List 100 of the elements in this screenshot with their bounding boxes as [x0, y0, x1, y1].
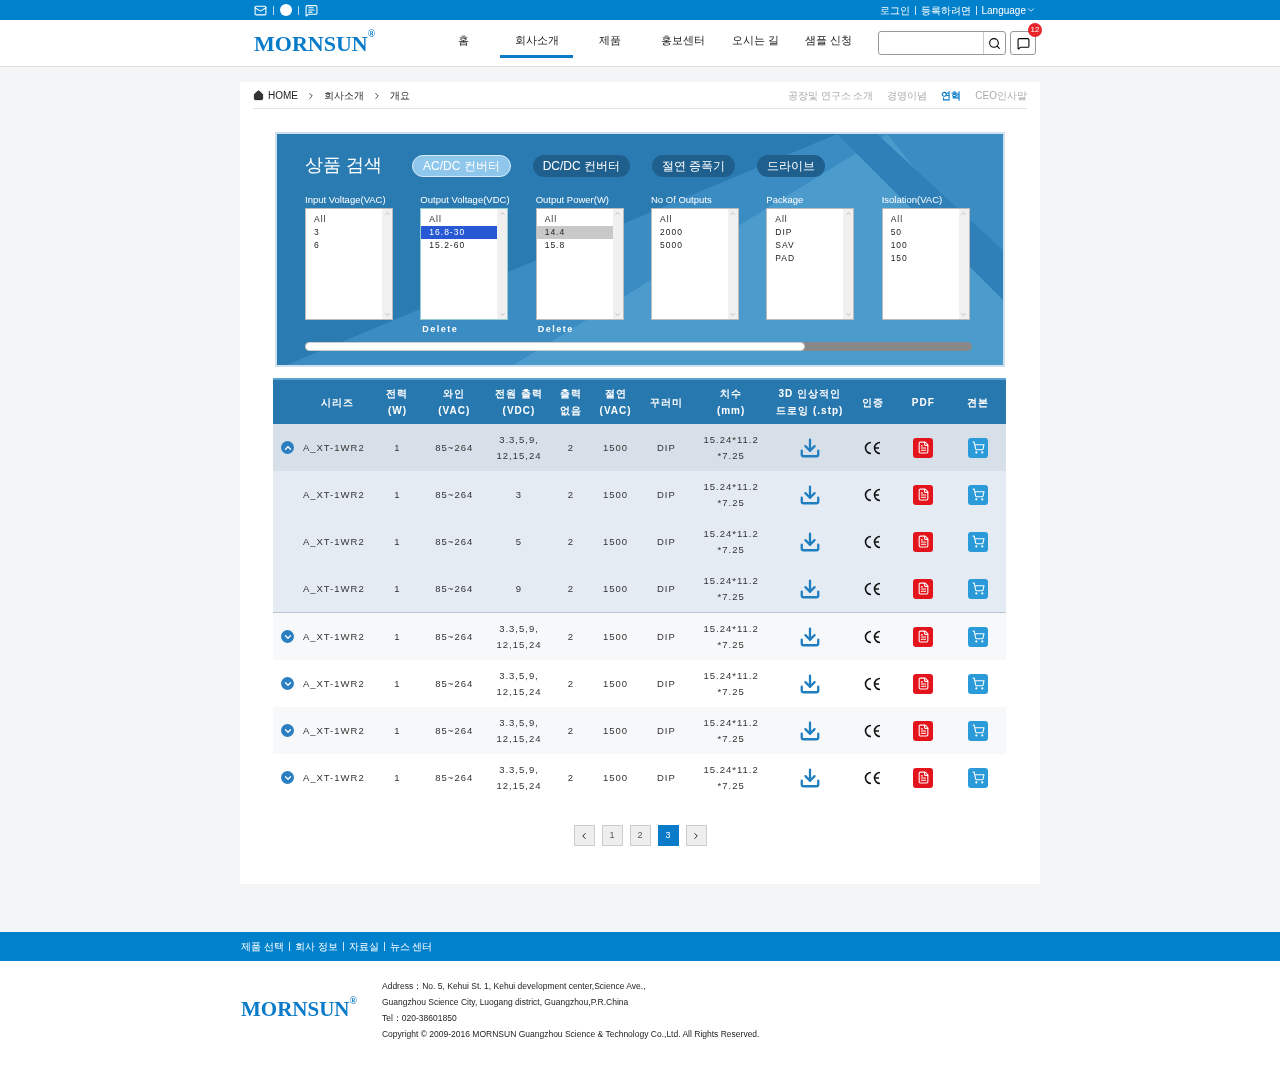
list-option[interactable]: 3 — [306, 226, 382, 239]
list-option[interactable]: SAV — [767, 239, 844, 252]
category-tab[interactable]: 드라이브 — [757, 154, 826, 177]
footer-link[interactable]: 회사 정보 — [294, 939, 338, 954]
pdf-icon[interactable] — [913, 767, 934, 788]
nav-item[interactable]: 홍보센터 — [646, 28, 720, 58]
mail-icon[interactable] — [254, 3, 267, 17]
cart-icon[interactable] — [968, 673, 989, 694]
breadcrumb-link[interactable]: 회사소개 — [324, 88, 364, 103]
cart-icon[interactable] — [968, 437, 989, 458]
table-row[interactable]: A_XT-1WR2 1 85~264 3 2 1500 DIP 15.24*11.2 *7.25 — [273, 471, 1006, 518]
table-row[interactable]: A_XT-1WR2 1 85~264 3.3,5,9, 12,15,24 2 1500 DIP 15.24*11.2 *7.25 — [273, 424, 1006, 471]
footer-link[interactable]: 제품 선택 — [241, 939, 284, 954]
cart-icon[interactable] — [968, 578, 989, 599]
list-box[interactable]: All 50 100 150 — [881, 208, 970, 320]
list-option[interactable]: 15.2-60 — [421, 239, 498, 252]
search-field[interactable] — [878, 31, 1006, 55]
nav-item[interactable]: 홈 — [427, 28, 501, 58]
list-option[interactable]: 150 — [882, 252, 959, 265]
list-option[interactable]: PAD — [767, 252, 844, 265]
nav-item[interactable]: 오시는 길 — [719, 28, 793, 58]
list-option[interactable]: All — [652, 213, 728, 226]
nav-item[interactable]: 회사소개 — [500, 28, 574, 58]
pdf-icon[interactable] — [913, 673, 934, 694]
download-icon[interactable] — [798, 672, 821, 695]
delete-link[interactable]: Delete — [420, 323, 514, 337]
collapse-icon[interactable] — [281, 441, 295, 454]
nav-item[interactable]: 샘플 신청 — [792, 28, 866, 58]
download-icon[interactable] — [798, 530, 821, 553]
cart-icon[interactable] — [968, 720, 989, 741]
download-icon[interactable] — [798, 719, 821, 742]
list-box[interactable]: All DIP SAV PAD — [766, 208, 855, 320]
list-option[interactable]: 16.8-30 — [421, 226, 498, 239]
category-tab[interactable]: DC/DC 컨버터 — [532, 154, 631, 177]
download-icon[interactable] — [798, 577, 821, 600]
language-menu[interactable]: Language — [981, 2, 1036, 18]
horizontal-scrollbar[interactable] — [305, 341, 972, 351]
page-button[interactable]: 3 — [657, 825, 679, 846]
list-option[interactable]: All — [306, 213, 382, 226]
table-row[interactable]: A_XT-1WR2 1 85~264 3.3,5,9, 12,15,24 2 1500 DIP 15.24*11.2 *7.25 — [273, 707, 1006, 754]
download-icon[interactable] — [798, 436, 821, 459]
cart-icon[interactable] — [968, 484, 989, 505]
table-row[interactable]: A_XT-1WR2 1 85~264 5 2 1500 DIP 15.24*11.2 *7.25 — [273, 518, 1006, 565]
list-box[interactable]: All 3 6 — [305, 208, 393, 320]
breadcrumb-link[interactable]: HOME — [268, 88, 298, 103]
download-icon[interactable] — [798, 766, 821, 789]
list-box[interactable]: All 2000 5000 — [651, 208, 739, 320]
filter-label: Output Power(W) — [535, 193, 611, 207]
download-icon[interactable] — [798, 625, 821, 648]
list-option[interactable]: 100 — [882, 239, 959, 252]
list-option[interactable]: All — [767, 213, 844, 226]
list-box[interactable]: All 16.8-30 15.2-60 — [420, 208, 509, 320]
cart-icon[interactable] — [968, 767, 989, 788]
list-option[interactable]: 2000 — [652, 226, 728, 239]
scrollbar-thumb[interactable] — [305, 341, 805, 351]
table-cell-text: 1 — [393, 723, 402, 738]
footer-link[interactable]: 뉴스 센터 — [389, 939, 433, 954]
pdf-icon[interactable] — [913, 720, 934, 741]
nav-item[interactable]: 제품 — [573, 28, 647, 58]
list-option[interactable]: DIP — [767, 226, 844, 239]
list-box[interactable]: All 14.4 15.8 — [535, 208, 624, 320]
list-option[interactable]: 6 — [306, 239, 382, 252]
pdf-icon[interactable] — [913, 531, 934, 552]
expand-icon[interactable] — [281, 677, 295, 690]
top-link[interactable]: 로그인 — [879, 2, 910, 18]
download-icon[interactable] — [798, 483, 821, 506]
sub-nav-link[interactable]: 연혁 — [941, 88, 962, 103]
category-tab[interactable]: 절연 증폭기 — [652, 154, 736, 177]
column-header: 절연 (VAC) — [598, 387, 633, 418]
list-option[interactable]: 50 — [882, 226, 959, 239]
chat-icon[interactable] — [305, 3, 318, 17]
table-row[interactable]: A_XT-1WR2 1 85~264 3.3,5,9, 12,15,24 2 1500 DIP 15.24*11.2 *7.25 — [273, 613, 1006, 660]
list-option[interactable]: All — [536, 213, 613, 226]
delete-link[interactable]: Delete — [535, 323, 629, 337]
ce-mark-icon — [863, 487, 882, 502]
list-option[interactable]: 5000 — [652, 239, 728, 252]
next-page-button[interactable] — [685, 825, 707, 846]
previous-page-button[interactable] — [573, 825, 595, 846]
table-row[interactable]: A_XT-1WR2 1 85~264 9 2 1500 DIP 15.24*11.2 *7.25 — [273, 565, 1006, 613]
breadcrumb-link[interactable]: 개요 — [390, 88, 410, 103]
table-cell-text: 3.3,5,9, 12,15,24 — [495, 668, 543, 699]
pdf-icon[interactable] — [913, 484, 934, 505]
top-link[interactable]: 등록하려면 — [920, 2, 971, 18]
page-button[interactable]: 1 — [601, 825, 623, 846]
cart-icon[interactable] — [968, 531, 989, 552]
cart-icon[interactable] — [968, 626, 989, 647]
list-option[interactable]: 14.4 — [536, 226, 613, 239]
home-icon[interactable] — [253, 90, 264, 101]
expand-icon[interactable] — [281, 724, 295, 737]
page-button[interactable]: 2 — [629, 825, 651, 846]
list-option[interactable]: All — [882, 213, 959, 226]
pdf-icon[interactable] — [913, 626, 934, 647]
chevron-left-icon — [579, 830, 589, 841]
pdf-icon[interactable] — [913, 578, 934, 599]
expand-icon[interactable] — [281, 771, 295, 784]
expand-icon[interactable] — [281, 630, 295, 643]
footer-link[interactable]: 자료실 — [348, 939, 379, 954]
list-option[interactable]: All — [421, 213, 498, 226]
list-option[interactable]: 15.8 — [536, 239, 613, 252]
pdf-icon[interactable] — [913, 437, 934, 458]
